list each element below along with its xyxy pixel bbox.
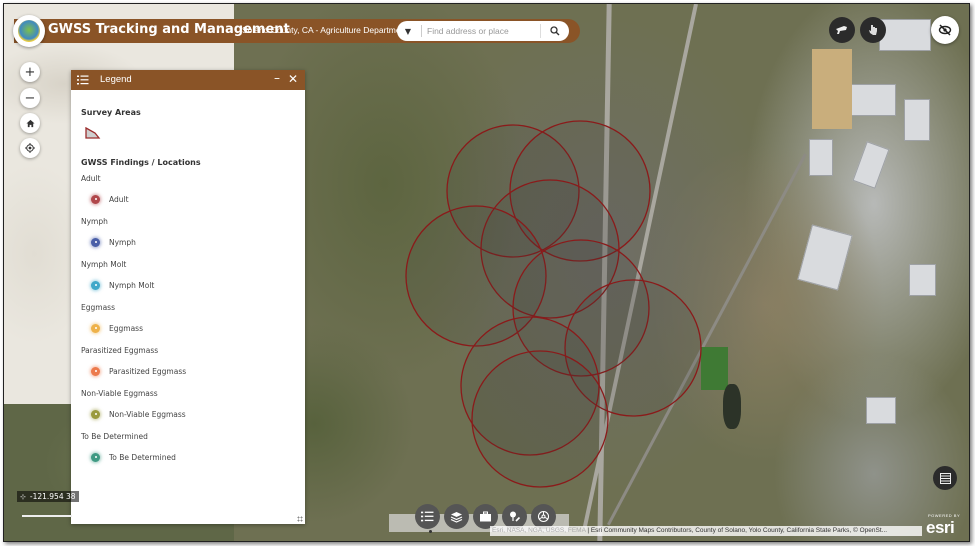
point-symbol-icon	[91, 409, 100, 419]
legend-layer-title: Adult	[81, 174, 101, 183]
survey-areas-heading: Survey Areas	[81, 108, 141, 117]
esri-brand-text: esri	[926, 518, 955, 537]
search-widget: ▼	[397, 21, 569, 41]
home-button[interactable]	[20, 113, 40, 133]
coordinate-value: -121.954 38	[29, 492, 76, 501]
app-window: GWSS Tracking and Management Solano Coun…	[3, 3, 970, 542]
close-button[interactable]: ✕	[288, 72, 298, 86]
legend-item: Adult	[91, 193, 129, 205]
search-input[interactable]	[425, 23, 541, 39]
legend-layer-title: To Be Determined	[81, 432, 148, 441]
crosshair-icon: ⊹	[20, 492, 26, 501]
minimize-button[interactable]: –	[274, 71, 280, 85]
search-source-dropdown[interactable]: ▼	[397, 21, 419, 41]
legend-item: Non-Viable Eggmass	[91, 408, 186, 420]
legend-item: Nymph	[91, 236, 136, 248]
map-view[interactable]: GWSS Tracking and Management Solano Coun…	[4, 4, 969, 541]
caret-down-icon: ▼	[404, 26, 412, 36]
survey-area-circle[interactable]	[471, 350, 609, 488]
scale-bar	[22, 515, 72, 517]
point-symbol-icon	[91, 452, 100, 462]
plus-icon: +	[24, 64, 36, 80]
compass-icon	[537, 510, 550, 523]
legend-layer-title: Eggmass	[81, 303, 115, 312]
legend-layer-title: Parasitized Eggmass	[81, 346, 159, 355]
legend-item-label: Non-Viable Eggmass	[109, 409, 186, 419]
draw-tool-button[interactable]	[829, 17, 855, 43]
legend-panel-header[interactable]: Legend – ✕	[71, 70, 305, 90]
map-attribution[interactable]: Esri, NASA, NGA, USGS, FEMA | Esri Commu…	[490, 526, 922, 536]
legend-item: To Be Determined	[91, 451, 176, 463]
legend-item-label: Nymph Molt	[109, 280, 155, 290]
table-icon	[939, 472, 951, 484]
legend-layer-title: Nymph	[81, 217, 108, 226]
attribution-faded-sources: Esri, NASA, NGA, USGS, FEMA	[492, 527, 586, 534]
hide-panels-button[interactable]	[931, 16, 959, 44]
eye-off-icon	[938, 24, 952, 36]
briefcase-icon	[480, 511, 491, 522]
measure-tool-button[interactable]	[860, 17, 886, 43]
attribution-text: | Esri Community Maps Contributors, Coun…	[585, 527, 888, 534]
legend-item: Eggmass	[91, 322, 143, 334]
attribute-table-button[interactable]	[933, 466, 957, 490]
resize-handle[interactable]	[297, 516, 303, 522]
active-indicator	[429, 530, 432, 533]
legend-item-label: To Be Determined	[109, 452, 176, 462]
hand-pointer-icon	[869, 25, 877, 35]
legend-panel: Legend – ✕ Survey Areas GWSS Findings / …	[71, 70, 305, 524]
list-icon	[77, 75, 89, 85]
legend-item-label: Nymph	[109, 237, 136, 247]
minus-icon: −	[24, 90, 36, 106]
pin-pencil-icon	[510, 511, 521, 522]
layers-widget-button[interactable]	[444, 504, 469, 529]
point-symbol-icon	[91, 323, 100, 333]
layers-icon	[450, 511, 463, 523]
legend-item: Parasitized Eggmass	[91, 365, 186, 377]
locate-icon	[25, 143, 35, 153]
megaphone-icon	[836, 26, 847, 34]
legend-item-label: Eggmass	[109, 323, 143, 333]
zoom-out-button[interactable]: −	[20, 88, 40, 108]
app-subtitle: Solano County, CA - Agriculture Departme…	[242, 25, 408, 35]
legend-item: Nymph Molt	[91, 279, 154, 291]
survey-area-polygon-icon	[85, 127, 101, 139]
county-seal-logo	[13, 15, 45, 47]
list-icon	[421, 511, 434, 522]
point-symbol-icon	[91, 194, 100, 204]
findings-heading: GWSS Findings / Locations	[81, 158, 201, 167]
legend-layer-title: Non-Viable Eggmass	[81, 389, 158, 398]
legend-item-label: Parasitized Eggmass	[109, 366, 187, 376]
legend-item-label: Adult	[109, 194, 129, 204]
point-symbol-icon	[91, 366, 100, 376]
home-icon	[25, 119, 35, 127]
locate-button[interactable]	[20, 138, 40, 158]
search-icon	[550, 26, 560, 36]
point-symbol-icon	[91, 280, 100, 290]
search-button[interactable]	[545, 23, 565, 39]
legend-widget-button[interactable]	[415, 504, 440, 529]
point-symbol-icon	[91, 237, 100, 247]
coordinate-readout: ⊹ -121.954 38	[17, 491, 79, 502]
zoom-in-button[interactable]: +	[20, 62, 40, 82]
legend-title: Legend	[100, 74, 132, 85]
legend-layer-title: Nymph Molt	[81, 260, 127, 269]
